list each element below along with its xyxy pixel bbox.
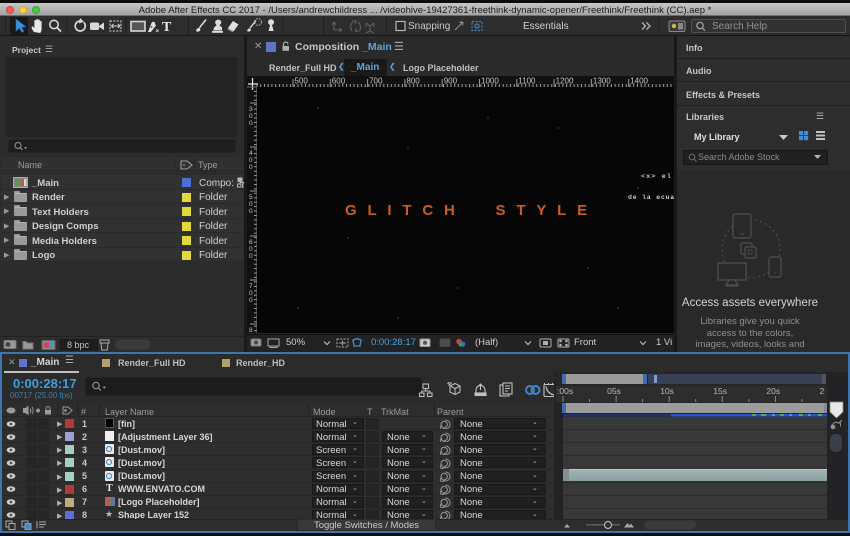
svg-text:0: 0 bbox=[249, 246, 253, 253]
svg-text:5: 5 bbox=[249, 194, 253, 201]
svg-text:15s: 15s bbox=[713, 386, 727, 396]
svg-text::00s: :00s bbox=[557, 386, 573, 396]
svg-text:20s: 20s bbox=[766, 386, 780, 396]
svg-text:1000: 1000 bbox=[481, 77, 499, 86]
svg-text:1300: 1300 bbox=[593, 77, 611, 86]
svg-text:8: 8 bbox=[249, 327, 253, 333]
svg-text:6: 6 bbox=[249, 239, 253, 246]
svg-text:0: 0 bbox=[249, 253, 253, 260]
svg-text:10s: 10s bbox=[660, 386, 674, 396]
svg-text:900: 900 bbox=[444, 77, 458, 86]
svg-text:700: 700 bbox=[369, 77, 383, 86]
svg-text:3: 3 bbox=[249, 106, 253, 113]
svg-text:05s: 05s bbox=[607, 386, 621, 396]
svg-text:0: 0 bbox=[249, 208, 253, 215]
svg-text:0: 0 bbox=[249, 297, 253, 304]
svg-text:0: 0 bbox=[249, 120, 253, 127]
svg-text:0: 0 bbox=[249, 201, 253, 208]
svg-text:2: 2 bbox=[820, 386, 825, 396]
svg-text:0: 0 bbox=[249, 164, 253, 171]
svg-text:T: T bbox=[162, 20, 172, 35]
svg-text:0: 0 bbox=[249, 113, 253, 120]
svg-text:800: 800 bbox=[406, 77, 420, 86]
svg-text:0: 0 bbox=[249, 157, 253, 164]
svg-text:600: 600 bbox=[332, 77, 346, 86]
svg-text:1400: 1400 bbox=[630, 77, 648, 86]
svg-text:4: 4 bbox=[249, 150, 253, 157]
svg-text:1200: 1200 bbox=[556, 77, 574, 86]
svg-text:7: 7 bbox=[249, 283, 253, 290]
svg-text:500: 500 bbox=[295, 77, 309, 86]
svg-text:0: 0 bbox=[249, 290, 253, 297]
svg-text:1100: 1100 bbox=[518, 77, 536, 86]
